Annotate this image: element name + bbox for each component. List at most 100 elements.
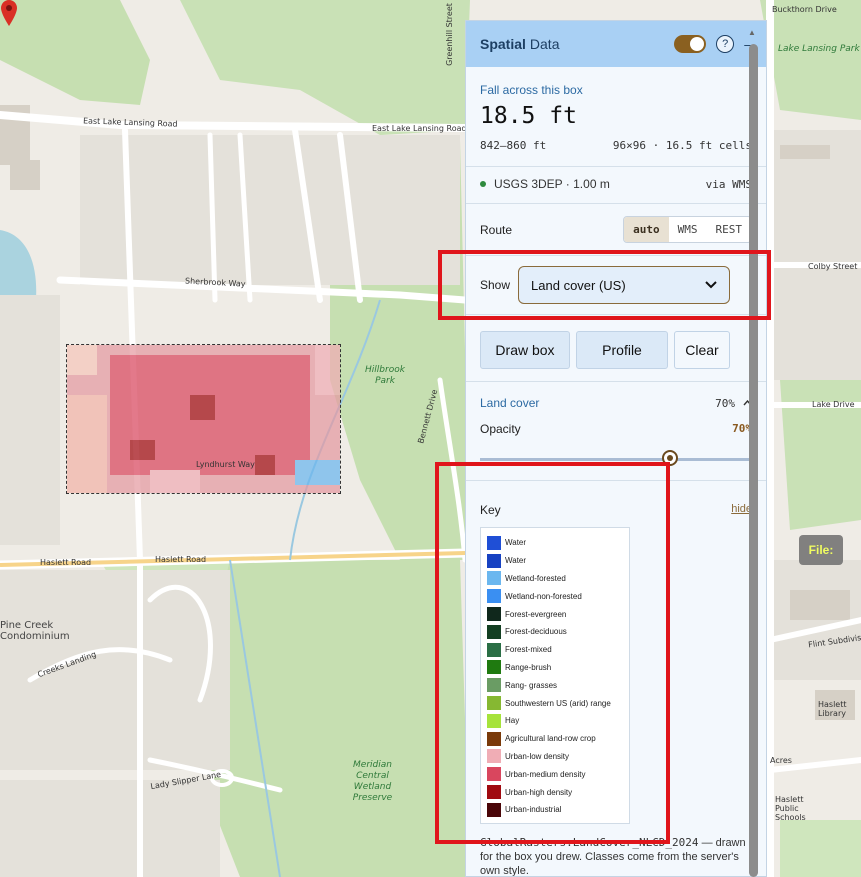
legend-item: Forest-evergreen	[487, 605, 623, 623]
slider-thumb[interactable]	[662, 450, 679, 466]
panel-title: Spatial Data	[480, 36, 559, 52]
road-label: Lake Drive	[812, 400, 855, 409]
clear-button[interactable]: Clear	[674, 331, 730, 369]
legend-swatch	[487, 624, 501, 639]
divider	[466, 203, 766, 204]
show-row: Show Land cover (US)	[466, 266, 766, 304]
route-row: Route auto WMS REST	[466, 216, 766, 243]
road-label: East Lake Lansing Road	[372, 124, 467, 133]
divider	[466, 381, 766, 382]
legend-item: Southwestern US (arid) range	[487, 694, 623, 712]
road-label: Haslett Road	[155, 555, 207, 564]
panel-title-primary: Spatial	[480, 36, 526, 52]
legend-label: Wetland-non-forested	[505, 591, 582, 601]
legend-item: Forest-deciduous	[487, 623, 623, 641]
park-label: Meridian Central Wetland Preserve	[352, 760, 393, 803]
legend-label: Urban-high density	[505, 787, 573, 797]
legend-item: Wetland-forested	[487, 570, 623, 588]
route-label: Route	[480, 222, 513, 237]
action-buttons: Draw box Profile Clear	[466, 331, 766, 369]
legend-label: Rang- grasses	[505, 680, 558, 690]
divider	[466, 166, 766, 167]
layer-percent: 70%	[715, 396, 735, 410]
neighborhood-label: Pine Creek Condominium	[0, 620, 70, 642]
opacity-slider[interactable]	[480, 450, 752, 466]
legend-swatch	[487, 785, 501, 800]
divider	[466, 314, 766, 315]
fall-value: 18.5 ft	[480, 103, 577, 129]
source-text: USGS 3DEP · 1.00 m	[494, 177, 610, 191]
legend-swatch	[487, 660, 501, 675]
panel-scrollbar[interactable]	[749, 44, 758, 877]
profile-button[interactable]: Profile	[576, 331, 668, 369]
file-chip[interactable]: File:	[799, 535, 843, 565]
opacity-row: Opacity 70%	[466, 422, 766, 436]
layer-section-header[interactable]: Land cover 70%	[466, 396, 766, 410]
legend-label: Agricultural land-row crop	[505, 734, 596, 744]
road-label: Haslett Road	[40, 558, 92, 567]
source-row: USGS 3DEP · 1.00 m via WMS	[466, 177, 766, 191]
key-row: Key hide	[466, 503, 766, 517]
legend-label: Forest-evergreen	[505, 609, 567, 619]
route-option-wms[interactable]: WMS	[669, 217, 707, 242]
legend-item: Urban-industrial	[487, 801, 623, 819]
road-label: Lyndhurst Way	[196, 460, 255, 469]
layer-description: GlobalRasters:LandCover_NLCD_2024 — draw…	[466, 835, 766, 876]
divider	[466, 255, 766, 256]
park-label: Lake Lansing Park South	[778, 44, 861, 54]
road-label: Buckthorn Drive	[772, 5, 837, 14]
legend-label: Urban-industrial	[505, 805, 562, 815]
route-option-auto[interactable]: auto	[624, 217, 669, 242]
legend-label: Water	[505, 538, 527, 548]
fall-label: Fall across this box	[480, 83, 583, 97]
layer-select-value: Land cover (US)	[531, 277, 626, 293]
slider-fill	[480, 458, 671, 461]
legend-item: Range-brush	[487, 659, 623, 677]
location-pin-icon[interactable]	[0, 0, 18, 26]
legend-label: Urban-medium density	[505, 769, 586, 779]
key-label: Key	[480, 503, 501, 517]
scroll-up-icon[interactable]: ▲	[748, 28, 756, 37]
legend-swatch	[487, 607, 501, 622]
legend-swatch	[487, 749, 501, 764]
grid-info: 96×96 · 16.5 ft cells	[612, 139, 752, 152]
place-label: Haslett Public Schools	[775, 795, 806, 822]
legend-item: Wetland-non-forested	[487, 587, 623, 605]
legend-swatch	[487, 535, 501, 550]
layer-id: GlobalRasters:LandCover_NLCD_2024	[480, 835, 699, 849]
range-grid-row: 842–860 ft 96×96 · 16.5 ft cells	[480, 139, 752, 152]
legend-label: Hay	[505, 716, 520, 726]
layer-title: Land cover	[480, 396, 540, 410]
legend-swatch	[487, 589, 501, 604]
legend-item: Agricultural land-row crop	[487, 730, 623, 748]
legend-label: Wetland-forested	[505, 573, 566, 583]
legend-label: Forest-deciduous	[505, 627, 567, 637]
legend-swatch	[487, 731, 501, 746]
toggle-knob	[690, 37, 705, 51]
legend-item: Urban-low density	[487, 748, 623, 766]
place-label: Acres	[770, 756, 792, 765]
opacity-label: Opacity	[480, 422, 521, 436]
legend-swatch	[487, 802, 501, 817]
legend-swatch	[487, 553, 501, 568]
divider	[466, 480, 766, 481]
layer-toggle[interactable]	[674, 35, 707, 53]
legend-label: Water	[505, 556, 527, 566]
panel-header: Spatial Data ? –	[466, 21, 766, 67]
help-icon[interactable]: ?	[716, 35, 735, 53]
legend-swatch	[487, 642, 501, 657]
road-label: Colby Street	[808, 262, 858, 271]
via-text: via WMS	[705, 177, 752, 191]
spatial-data-panel: Spatial Data ? – Fall across this box 18.…	[465, 20, 767, 877]
legend-item: Water	[487, 534, 623, 552]
legend-label: Urban-low density	[505, 751, 570, 761]
legend-item: Forest-mixed	[487, 641, 623, 659]
layer-select[interactable]: Land cover (US)	[518, 266, 731, 304]
legend-swatch	[487, 696, 501, 711]
status-dot-icon	[480, 181, 486, 187]
place-label: Haslett Library	[818, 700, 847, 718]
draw-box-button[interactable]: Draw box	[480, 331, 570, 369]
park-label: Hillbrook Park	[365, 365, 405, 386]
drawn-box[interactable]	[66, 344, 341, 494]
route-option-rest[interactable]: REST	[707, 217, 752, 242]
